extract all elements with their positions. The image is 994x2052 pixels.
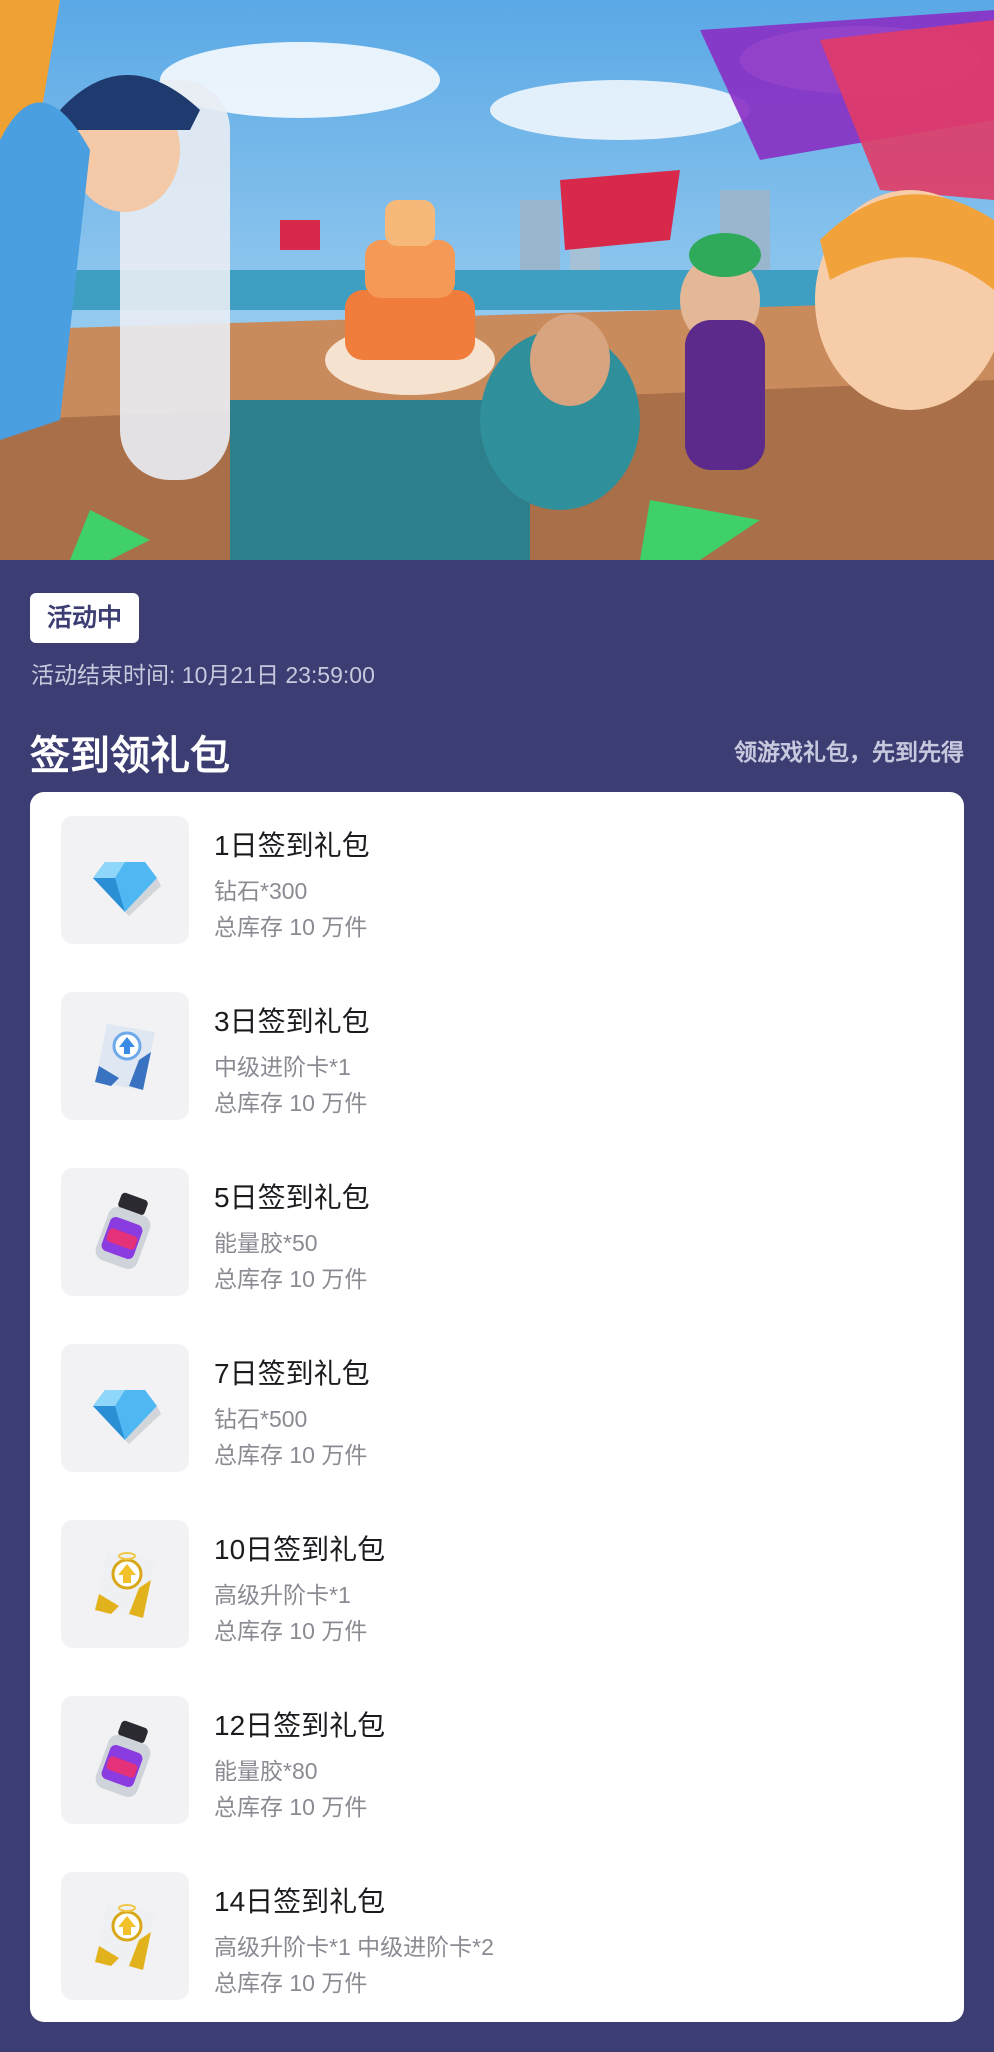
gift-item[interactable]: 5日签到礼包 能量胶*50 总库存 10 万件 (61, 1168, 921, 1296)
gift-thumbnail (61, 1344, 189, 1472)
gift-thumbnail (61, 992, 189, 1120)
gift-stock: 总库存 10 万件 (214, 1970, 368, 1996)
gift-stock: 总库存 10 万件 (214, 914, 368, 940)
gift-contents: 中级进阶卡*1 (214, 1054, 351, 1080)
gift-title: 7日签到礼包 (214, 1358, 370, 1389)
diamond-icon (93, 862, 161, 916)
gold-upgrade-card-icon (95, 1904, 155, 1970)
gift-thumbnail (61, 1872, 189, 2000)
diamond-icon (93, 1390, 161, 1444)
gift-contents: 钻石*500 (214, 1406, 308, 1432)
gift-contents: 能量胶*80 (214, 1758, 318, 1784)
gift-item[interactable]: 3日签到礼包 中级进阶卡*1 总库存 10 万件 (61, 992, 921, 1120)
gift-item[interactable]: 1日签到礼包 钻石*300 总库存 10 万件 (61, 816, 921, 944)
gift-thumbnail (61, 816, 189, 944)
gift-title: 14日签到礼包 (214, 1886, 386, 1917)
energy-gel-icon (95, 1192, 151, 1270)
gift-stock: 总库存 10 万件 (214, 1266, 368, 1292)
gift-contents: 高级升阶卡*1 (214, 1582, 351, 1608)
gift-stock: 总库存 10 万件 (214, 1794, 368, 1820)
gift-stock: 总库存 10 万件 (214, 1618, 368, 1644)
gift-item[interactable]: 7日签到礼包 钻石*500 总库存 10 万件 (61, 1344, 921, 1472)
gift-title: 3日签到礼包 (214, 1006, 370, 1037)
energy-gel-icon (95, 1720, 151, 1798)
gift-contents: 高级升阶卡*1 中级进阶卡*2 (214, 1934, 494, 1960)
gift-stock: 总库存 10 万件 (214, 1442, 368, 1468)
gift-title: 1日签到礼包 (214, 830, 370, 861)
gift-title: 10日签到礼包 (214, 1534, 386, 1565)
event-end-time: 活动结束时间: 10月21日 23:59:00 (31, 662, 375, 688)
gift-item[interactable]: 10日签到礼包 高级升阶卡*1 总库存 10 万件 (61, 1520, 921, 1648)
section-title: 签到领礼包 (30, 734, 230, 778)
gift-title: 5日签到礼包 (214, 1182, 370, 1213)
status-badge: 活动中 (30, 593, 140, 643)
gift-title: 12日签到礼包 (214, 1710, 386, 1741)
gold-upgrade-card-icon (95, 1552, 155, 1618)
section-hint: 领游戏礼包，先到先得 (734, 739, 964, 765)
gift-stock: 总库存 10 万件 (214, 1090, 368, 1116)
gift-contents: 能量胶*50 (214, 1230, 318, 1256)
blue-upgrade-card-icon (95, 1024, 155, 1090)
gift-thumbnail (61, 1696, 189, 1824)
gift-contents: 钻石*300 (214, 878, 308, 904)
gift-item[interactable]: 14日签到礼包 高级升阶卡*1 中级进阶卡*2 总库存 10 万件 (61, 1872, 921, 2000)
gift-list-card: 1日签到礼包 钻石*300 总库存 10 万件 3日签到礼包 中级进阶卡*1 总… (30, 792, 964, 2022)
event-info: 活动中 活动结束时间: 10月21日 23:59:00 签到领礼包 领游戏礼包，… (0, 560, 994, 790)
gift-thumbnail (61, 1520, 189, 1648)
event-banner-image (0, 0, 994, 560)
gift-thumbnail (61, 1168, 189, 1296)
gift-item[interactable]: 12日签到礼包 能量胶*80 总库存 10 万件 (61, 1696, 921, 1824)
